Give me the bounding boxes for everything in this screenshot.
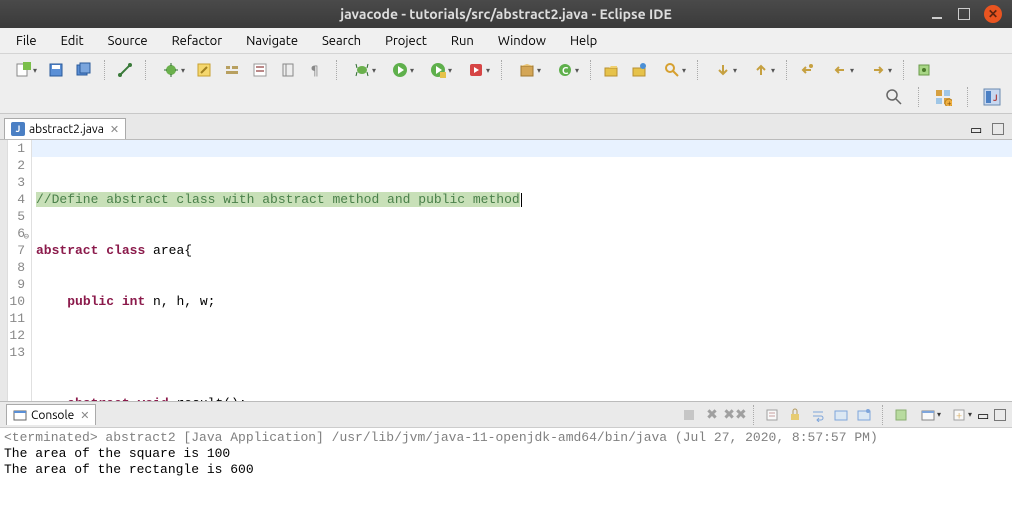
pin-console-button[interactable] <box>855 406 873 424</box>
remove-launch-button[interactable]: ✖ <box>703 406 721 424</box>
console-minimize-button[interactable]: ▭ <box>977 409 989 421</box>
editor-tab-label: abstract2.java <box>29 123 104 136</box>
new-java-class-button[interactable]: C <box>548 58 582 82</box>
svg-text:¶: ¶ <box>311 64 319 77</box>
java-perspective-button[interactable]: J <box>980 85 1004 109</box>
show-console-button[interactable] <box>832 406 850 424</box>
svg-text:J: J <box>993 93 998 103</box>
menu-edit[interactable]: Edit <box>51 31 94 51</box>
current-line-highlight <box>32 140 1012 157</box>
menu-help[interactable]: Help <box>560 31 607 51</box>
menu-window[interactable]: Window <box>488 31 556 51</box>
console-icon <box>13 408 27 422</box>
toggle-highlight-button[interactable] <box>192 58 216 82</box>
menu-bar: File Edit Source Refactor Navigate Searc… <box>0 28 1012 54</box>
open-task-button[interactable] <box>627 58 651 82</box>
forward-button[interactable] <box>861 58 895 82</box>
search-button[interactable] <box>655 58 689 82</box>
remove-all-button[interactable]: ✖✖ <box>726 406 744 424</box>
editor-tab-close-icon[interactable]: ✕ <box>110 123 119 136</box>
editor-tab-bar: J abstract2.java ✕ ▭ <box>0 114 1012 140</box>
block-selection-button[interactable] <box>276 58 300 82</box>
menu-refactor[interactable]: Refactor <box>162 31 233 51</box>
open-type-button[interactable] <box>599 58 623 82</box>
next-annotation-button[interactable] <box>706 58 740 82</box>
debug-button[interactable] <box>154 58 188 82</box>
prev-annotation-button[interactable] <box>744 58 778 82</box>
menu-file[interactable]: File <box>6 31 47 51</box>
code-editor[interactable]: 123456⊖78910111213 //Define abstract cla… <box>0 140 1012 401</box>
menu-project[interactable]: Project <box>375 31 437 51</box>
link-editor-button[interactable] <box>113 58 137 82</box>
menu-search[interactable]: Search <box>312 31 371 51</box>
console-output-line: The area of the square is 100 <box>4 446 1008 462</box>
text-cursor <box>521 193 522 207</box>
console-tab-close-icon[interactable]: ✕ <box>80 409 89 422</box>
console-output[interactable]: <terminated> abstract2 [Java Application… <box>0 428 1012 531</box>
main-toolbar: ¶ C + J <box>0 54 1012 114</box>
clear-console-button[interactable] <box>763 406 781 424</box>
editor-tab-abstract2[interactable]: J abstract2.java ✕ <box>4 118 126 139</box>
svg-text:+: + <box>956 410 962 422</box>
scroll-lock-button[interactable] <box>786 406 804 424</box>
folding-ruler <box>0 140 8 401</box>
window-title: javacode - tutorials/src/abstract2.java … <box>340 6 672 22</box>
coverage-button[interactable] <box>421 58 455 82</box>
terminate-button[interactable] <box>680 406 698 424</box>
display-selected-button[interactable] <box>892 406 910 424</box>
toggle-breadcrumb-button[interactable] <box>220 58 244 82</box>
new-button[interactable] <box>6 58 40 82</box>
back-button[interactable] <box>823 58 857 82</box>
window-close-button[interactable]: ✕ <box>984 5 1002 23</box>
save-button[interactable] <box>44 58 68 82</box>
mark-occurrences-button[interactable] <box>248 58 272 82</box>
open-console-dropdown[interactable]: ▾ <box>915 406 941 424</box>
console-status-line: <terminated> abstract2 [Java Application… <box>4 430 1008 446</box>
run-button[interactable] <box>383 58 417 82</box>
new-console-dropdown[interactable]: +▾ <box>946 406 972 424</box>
console-tab[interactable]: Console ✕ <box>6 404 96 425</box>
show-whitespace-button[interactable]: ¶ <box>304 58 328 82</box>
run-last-button[interactable] <box>459 58 493 82</box>
editor-maximize-button[interactable] <box>992 123 1004 135</box>
last-edit-button[interactable] <box>795 58 819 82</box>
quick-access-search-icon[interactable] <box>882 85 906 109</box>
editor-area: J abstract2.java ✕ ▭ 123456⊖78910111213 … <box>0 114 1012 401</box>
debug-run-button[interactable] <box>345 58 379 82</box>
window-maximize-button[interactable] <box>958 8 970 20</box>
svg-text:C: C <box>562 65 569 76</box>
save-all-button[interactable] <box>72 58 96 82</box>
java-file-icon: J <box>11 122 25 136</box>
code-content[interactable]: //Define abstract class with abstract me… <box>32 140 1012 401</box>
new-java-package-button[interactable] <box>510 58 544 82</box>
word-wrap-button[interactable] <box>809 406 827 424</box>
menu-navigate[interactable]: Navigate <box>236 31 308 51</box>
console-output-line: The area of the rectangle is 600 <box>4 462 1008 478</box>
console-view: Console ✕ ✖ ✖✖ ▾ +▾ ▭ <terminated> abstr… <box>0 401 1012 531</box>
console-header: Console ✕ ✖ ✖✖ ▾ +▾ ▭ <box>0 402 1012 428</box>
open-perspective-button[interactable]: + <box>931 85 955 109</box>
window-minimize-button[interactable] <box>930 7 944 21</box>
console-maximize-button[interactable] <box>994 409 1006 421</box>
menu-source[interactable]: Source <box>98 31 158 51</box>
pin-editor-button[interactable] <box>912 58 936 82</box>
title-bar: javacode - tutorials/src/abstract2.java … <box>0 0 1012 28</box>
menu-run[interactable]: Run <box>441 31 484 51</box>
svg-text:+: + <box>947 99 952 106</box>
console-tab-label: Console <box>31 409 74 422</box>
editor-minimize-button[interactable]: ▭ <box>970 123 982 135</box>
line-number-gutter: 123456⊖78910111213 <box>8 140 32 401</box>
